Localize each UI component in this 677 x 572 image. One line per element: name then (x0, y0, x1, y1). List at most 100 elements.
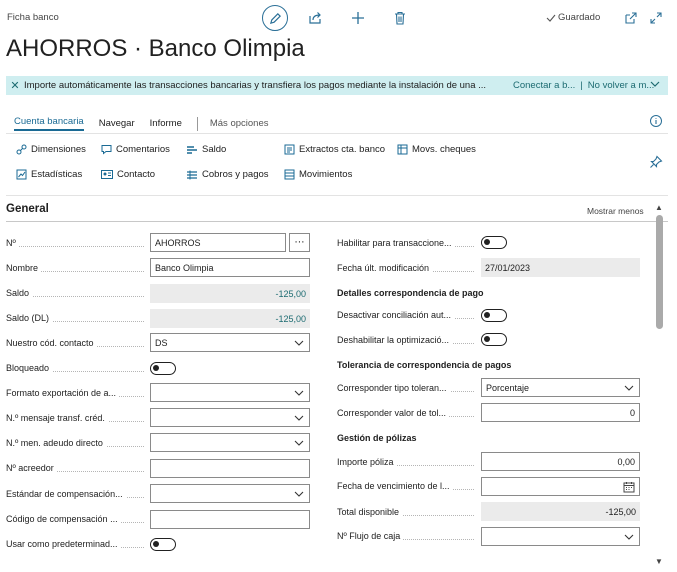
action-dimensiones[interactable]: Dimensiones (16, 144, 86, 155)
scroll-down-arrow[interactable]: ▼ (655, 557, 663, 566)
close-icon[interactable]: ✕ (6, 79, 24, 92)
expand-icon (650, 12, 662, 24)
action-dimensiones-label: Dimensiones (31, 144, 86, 155)
contacto-select[interactable]: DS (150, 333, 310, 352)
page-title: AHORROS · Banco Olimpia (6, 35, 305, 62)
saved-label: Guardado (558, 12, 601, 23)
scroll-up-arrow[interactable]: ▲ (655, 203, 663, 212)
bloqueado-toggle[interactable] (150, 362, 176, 375)
tab-navegar[interactable]: Navegar (99, 118, 135, 129)
predeterminado-toggle[interactable] (150, 538, 176, 551)
label-valor-tol: Corresponder valor de tol... (337, 408, 478, 418)
label-estandar: Estándar de compensación... (6, 489, 148, 499)
total-value[interactable]: -125,00 (481, 502, 640, 521)
acreedor-field[interactable] (150, 459, 310, 478)
deshabilitar-toggle[interactable] (481, 333, 507, 346)
action-cobros-pagos-label: Cobros y pagos (202, 169, 269, 180)
calendar-icon[interactable] (623, 481, 635, 493)
banner-dont-show-link[interactable]: No volver a m... (588, 80, 655, 91)
banner-separator: | (580, 80, 583, 91)
section-divider (6, 195, 668, 196)
desactivar-toggle[interactable] (481, 309, 507, 322)
action-cobros-pagos[interactable]: Cobros y pagos (186, 169, 269, 180)
formato-select[interactable] (150, 383, 310, 402)
saldo-dl-value[interactable]: -125,00 (150, 309, 310, 328)
action-movimientos[interactable]: Movimientos (284, 169, 352, 180)
label-acreedor: Nº acreedor (6, 463, 148, 473)
action-estadisticas-label: Estadísticas (31, 169, 83, 180)
pencil-icon (269, 12, 281, 24)
action-movs-cheques[interactable]: Movs. cheques (397, 144, 476, 155)
action-saldo[interactable]: Saldo (186, 144, 226, 155)
tab-informe[interactable]: Informe (150, 118, 182, 129)
group-detalles: Detalles correspondencia de pago (337, 288, 484, 298)
comment-icon (101, 145, 112, 155)
action-estadisticas[interactable]: Estadísticas (16, 169, 82, 180)
vencimiento-field[interactable] (481, 477, 640, 496)
tipo-tol-value: Porcentaje (486, 382, 530, 393)
fecha-mod-value[interactable]: 27/01/2023 (481, 258, 640, 277)
saved-status: Guardado (546, 12, 600, 23)
importe-field[interactable]: 0,00 (481, 452, 640, 471)
flujo-select[interactable] (481, 527, 640, 546)
tab-cuenta-bancaria[interactable]: Cuenta bancaria (14, 116, 84, 131)
label-codigo: Código de compensación ... (6, 514, 148, 524)
label-mensaje: N.º mensaje transf. créd. (6, 413, 148, 423)
statistics-icon (16, 169, 27, 180)
breadcrumb: Ficha banco (7, 12, 59, 23)
check-ledger-icon (397, 144, 408, 155)
label-no: Nº (6, 238, 148, 248)
chevron-down-icon[interactable] (650, 79, 660, 89)
tipo-tol-select[interactable]: Porcentaje (481, 378, 640, 397)
nombre-field[interactable]: Banco Olimpia (150, 258, 310, 277)
codigo-field[interactable] (150, 510, 310, 529)
label-flujo: Nº Flujo de caja (337, 531, 478, 541)
action-extractos[interactable]: Extractos cta. banco (284, 144, 385, 155)
saldo-value[interactable]: -125,00 (150, 284, 310, 303)
action-contacto-label: Contacto (117, 169, 156, 180)
delete-button[interactable] (390, 8, 410, 28)
label-vencimiento: Fecha de vencimiento de l... (337, 481, 478, 491)
adeudo-select[interactable] (150, 433, 310, 452)
chevron-down-icon (624, 385, 634, 391)
scrollbar-thumb[interactable] (656, 215, 663, 329)
open-new-window-button[interactable] (622, 9, 640, 27)
label-nombre: Nombre (6, 263, 148, 273)
label-desactivar: Desactivar conciliación aut... (337, 310, 478, 320)
info-icon[interactable] (649, 114, 663, 128)
action-saldo-label: Saldo (202, 144, 227, 155)
tab-more-options[interactable]: Más opciones (210, 118, 269, 129)
pin-icon[interactable] (649, 155, 663, 169)
no-field[interactable]: AHORROS (150, 233, 286, 252)
top-bar: Ficha banco Guardado (0, 0, 677, 36)
edit-button[interactable] (262, 5, 288, 31)
estandar-select[interactable] (150, 484, 310, 503)
share-button[interactable] (305, 8, 325, 28)
expand-button[interactable] (647, 9, 665, 27)
label-predeterminado: Usar como predeterminad... (6, 539, 148, 549)
balance-icon (187, 146, 197, 154)
trash-icon (395, 11, 405, 25)
label-saldo-dl: Saldo (DL) (6, 313, 148, 323)
contacto-value: DS (155, 337, 168, 348)
valor-tol-field[interactable]: 0 (481, 403, 640, 422)
habilitar-toggle[interactable] (481, 236, 507, 249)
label-formato: Formato exportación de a... (6, 388, 148, 398)
label-importe: Importe póliza (337, 457, 478, 467)
ledger-entries-icon (284, 169, 295, 180)
banner-connect-link[interactable]: Conectar a b... (513, 80, 575, 91)
group-tolerancia: Tolerancia de correspondencia de pagos (337, 360, 512, 370)
action-movimientos-label: Movimientos (299, 169, 353, 180)
show-less-link[interactable]: Mostrar menos (587, 206, 644, 216)
action-comentarios[interactable]: Comentarios (101, 144, 170, 155)
mensaje-select[interactable] (150, 408, 310, 427)
action-contacto[interactable]: Contacto (101, 169, 155, 180)
lookup-button[interactable]: ⋯ (289, 233, 310, 252)
chevron-down-icon (294, 440, 304, 446)
action-tabs: Cuenta bancaria Navegar Informe Más opci… (14, 116, 283, 131)
plus-icon (352, 12, 364, 24)
section-title-general[interactable]: General (6, 203, 49, 215)
new-button[interactable] (348, 8, 368, 28)
chevron-down-icon (294, 390, 304, 396)
action-comentarios-label: Comentarios (116, 144, 170, 155)
